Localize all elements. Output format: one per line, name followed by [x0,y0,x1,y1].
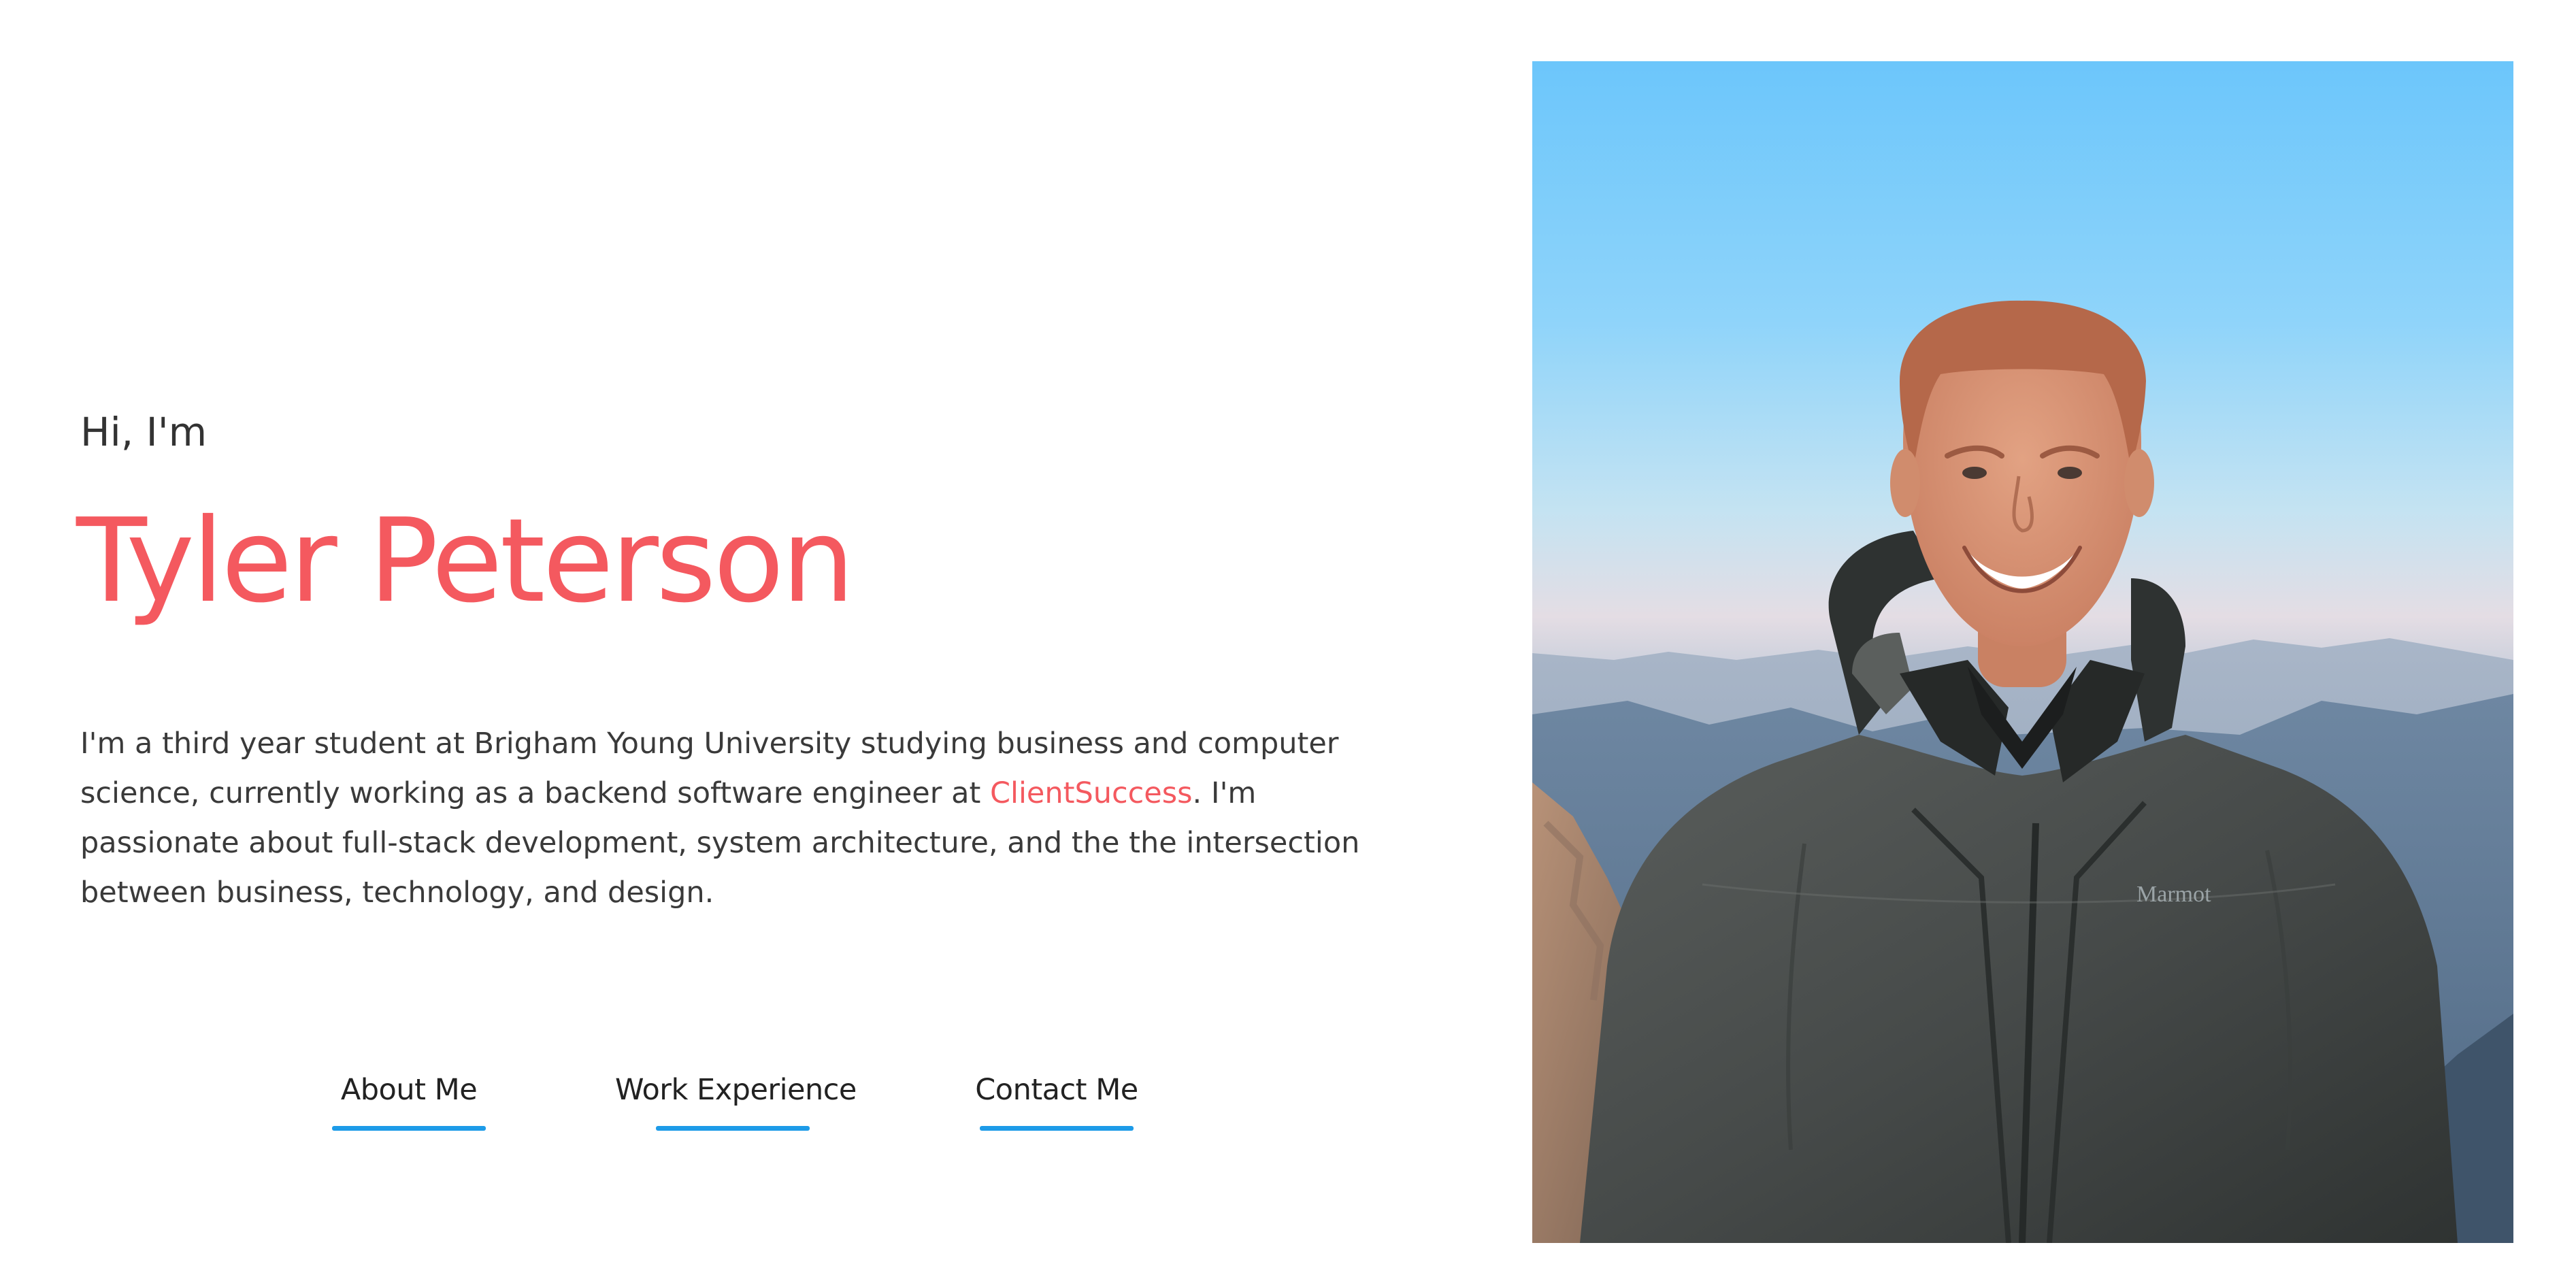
nav-about-me-underline [332,1126,486,1131]
nav-about-me[interactable]: About Me [332,1068,486,1136]
nav-about-me-label: About Me [340,1073,478,1107]
nav-work-experience[interactable]: Work Experience [615,1068,857,1136]
nav-work-experience-underline [656,1126,810,1131]
nav-contact-me[interactable]: Contact Me [975,1068,1138,1136]
nav-contact-me-label: Contact Me [975,1073,1138,1107]
clientsuccess-link[interactable]: ClientSuccess [990,776,1193,810]
jacket-logo-text: Marmot [2136,882,2211,907]
bio-paragraph: I'm a third year student at Brigham Youn… [80,719,1366,918]
greeting-text: Hi, I'm [80,409,208,455]
page-title: Tyler Peterson [76,494,855,629]
profile-photo-illustration: Marmot [1532,300,2513,1243]
profile-photo: Marmot [1532,61,2513,1243]
nav-work-experience-label: Work Experience [615,1073,857,1107]
nav-contact-me-underline [980,1126,1134,1131]
